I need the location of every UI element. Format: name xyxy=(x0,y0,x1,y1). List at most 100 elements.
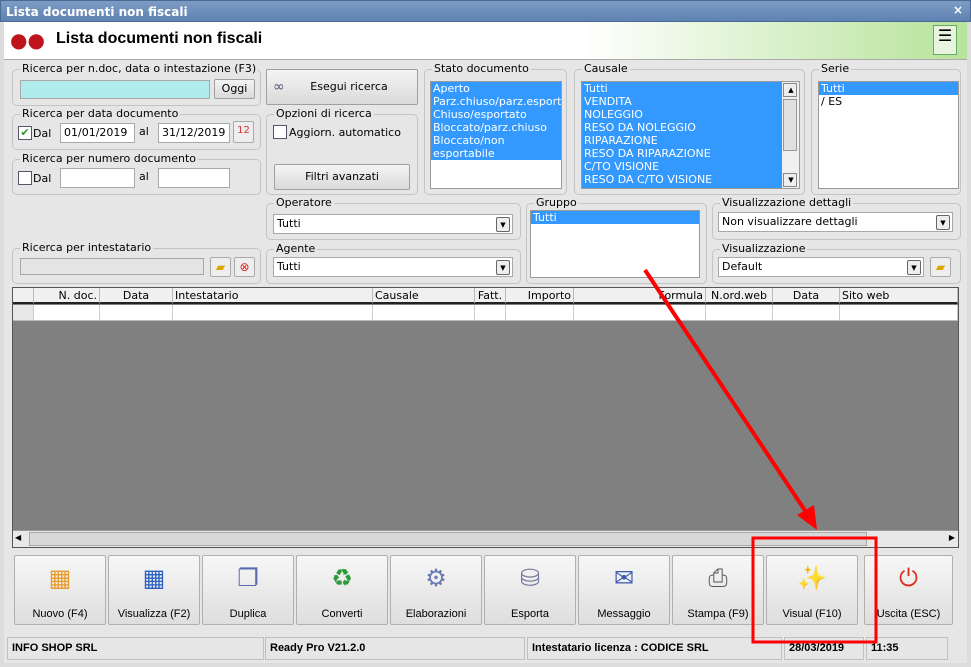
list-item[interactable]: VENDITA xyxy=(582,95,783,108)
group-legend: Stato documento xyxy=(432,62,531,75)
column-header[interactable]: Data xyxy=(100,288,173,304)
list-item[interactable]: Tutti xyxy=(819,82,958,95)
gruppo-list[interactable]: Tutti xyxy=(530,210,700,278)
group-legend: Ricerca per data documento xyxy=(20,107,181,120)
toolbar-button-visualizza[interactable]: ▦ Visualizza (F2) xyxy=(108,555,200,625)
folder-icon[interactable]: ▰ xyxy=(930,257,951,277)
grid-cell[interactable] xyxy=(706,305,773,321)
toolbar-button-elaborazioni[interactable]: ⚙ Elaborazioni xyxy=(390,555,482,625)
search-ndoc-input[interactable] xyxy=(20,80,210,99)
grid-cell[interactable] xyxy=(34,305,100,321)
chevron-down-icon[interactable]: ▼ xyxy=(496,260,510,275)
list-item[interactable]: Tutti xyxy=(582,82,783,95)
column-header[interactable]: Formula xyxy=(574,288,706,304)
toolbar-button-visual[interactable]: ✨ Visual (F10) xyxy=(766,555,858,625)
scroll-left-icon[interactable]: ◀ xyxy=(15,533,21,542)
message-icon: ✉ xyxy=(613,564,635,592)
toolbar-button-label: Messaggio xyxy=(597,608,651,620)
new-grid-icon: ▦ xyxy=(48,564,72,592)
scroll-thumb[interactable] xyxy=(29,532,867,546)
column-header[interactable]: N.ord.web xyxy=(706,288,773,304)
scroll-right-icon[interactable]: ▶ xyxy=(949,533,955,542)
serie-list[interactable]: Tutti / ES xyxy=(818,81,959,189)
list-item[interactable]: NOLEGGIO xyxy=(582,108,783,121)
horizontal-scrollbar[interactable]: ◀ ▶ xyxy=(13,530,958,547)
list-item[interactable]: RIPARAZIONE xyxy=(582,134,783,147)
scroll-up-icon[interactable]: ▲ xyxy=(783,83,797,97)
grid-cell[interactable] xyxy=(373,305,475,321)
toolbar-button-converti[interactable]: ♻ Converti xyxy=(296,555,388,625)
window-title: Lista documenti non fiscali xyxy=(6,5,188,19)
list-item[interactable]: Chiuso/esportato xyxy=(431,108,561,121)
page-header: ●● Lista documenti non fiscali ☰ xyxy=(4,22,967,60)
agente-value: Tutti xyxy=(277,260,301,273)
causale-list[interactable]: Tutti VENDITA NOLEGGIO RESO DA NOLEGGIO RIPA… xyxy=(581,81,800,189)
toolbar-button-esporta[interactable]: ⛁ Esporta xyxy=(484,555,576,625)
list-item[interactable]: RESO DA C/TO VISIONE xyxy=(582,173,783,186)
toolbar-button-uscita[interactable]: ⏻ Uscita (ESC) xyxy=(864,555,953,625)
chevron-down-icon[interactable]: ▼ xyxy=(907,260,921,275)
auto-update-checkbox[interactable] xyxy=(273,125,287,139)
grid-cell[interactable] xyxy=(475,305,506,321)
vis-dettagli-select[interactable]: Non visualizzare dettagli ▼ xyxy=(718,212,953,232)
agente-select[interactable]: Tutti ▼ xyxy=(273,257,513,277)
binoculars-icon: ∞ xyxy=(273,79,285,95)
stato-list[interactable]: ApertoParz.chiuso/parz.esportatoChiuso/e… xyxy=(430,81,562,189)
clear-icon[interactable]: ⊗ xyxy=(234,257,255,277)
toolbar-button-duplica[interactable]: ❐ Duplica xyxy=(202,555,294,625)
calendar-icon[interactable]: 12 xyxy=(233,121,254,143)
causale-scrollbar[interactable]: ▲ ▼ xyxy=(782,82,799,188)
toolbar-button-stampa[interactable]: ⎙ Stampa (F9) xyxy=(672,555,764,625)
scroll-thumb[interactable] xyxy=(783,99,797,151)
chevron-down-icon[interactable]: ▼ xyxy=(936,215,950,230)
column-header[interactable]: Importo xyxy=(506,288,574,304)
list-item[interactable]: Aperto xyxy=(431,82,561,95)
date-filter-checkbox[interactable]: ✔ xyxy=(18,126,32,140)
column-header[interactable]: Data xyxy=(773,288,840,304)
duplicate-icon: ❐ xyxy=(237,564,259,592)
grid-cell[interactable] xyxy=(506,305,574,321)
column-header[interactable]: Fatt. xyxy=(475,288,506,304)
grid-cell[interactable] xyxy=(840,305,958,321)
grid-cell[interactable] xyxy=(100,305,173,321)
column-header[interactable]: Intestatario xyxy=(173,288,373,304)
date-from-input[interactable]: 01/01/2019 xyxy=(60,123,135,143)
date-to-label: al xyxy=(139,125,149,138)
grid-cell[interactable] xyxy=(173,305,373,321)
number-to-input[interactable] xyxy=(158,168,230,188)
folder-icon[interactable]: ▰ xyxy=(210,257,231,277)
grid-cell[interactable] xyxy=(773,305,840,321)
toolbar-button-messaggio[interactable]: ✉ Messaggio xyxy=(578,555,670,625)
list-item[interactable]: Bloccato/parz.chiuso xyxy=(431,121,561,134)
grid-cell[interactable] xyxy=(574,305,706,321)
visualizzazione-select[interactable]: Default ▼ xyxy=(718,257,924,277)
column-header[interactable]: N. doc. xyxy=(34,288,100,304)
today-button[interactable]: Oggi xyxy=(214,79,255,99)
scroll-down-icon[interactable]: ▼ xyxy=(783,173,797,187)
run-search-label: Esegui ricerca xyxy=(310,80,388,93)
list-item[interactable]: Tutti xyxy=(531,211,699,224)
number-to-label: al xyxy=(139,170,149,183)
list-item[interactable]: RESO DA NOLEGGIO xyxy=(582,121,783,134)
advanced-filters-button[interactable]: Filtri avanzati xyxy=(274,164,410,190)
column-header[interactable]: Sito web xyxy=(840,288,958,304)
holder-input[interactable] xyxy=(20,258,204,275)
documents-grid[interactable]: N. doc. Data Intestatario Causale Fatt. Impor… xyxy=(12,287,959,548)
chevron-down-icon[interactable]: ▼ xyxy=(496,217,510,232)
status-time: 11:35 xyxy=(866,637,948,660)
toolbar-button-label: Nuovo (F4) xyxy=(32,608,88,620)
run-search-button[interactable]: ∞ Esegui ricerca xyxy=(266,69,418,105)
number-filter-checkbox[interactable] xyxy=(18,171,32,185)
number-from-input[interactable] xyxy=(60,168,135,188)
operatore-select[interactable]: Tutti ▼ xyxy=(273,214,513,234)
date-to-input[interactable]: 31/12/2019 xyxy=(158,123,230,143)
list-item[interactable]: Parz.chiuso/parz.esportato xyxy=(431,95,561,108)
close-button[interactable]: × xyxy=(953,3,963,17)
list-item[interactable]: C/TO VISIONE xyxy=(582,160,783,173)
list-item[interactable]: Bloccato/non esportabile xyxy=(431,134,561,160)
toolbar-button-nuovo[interactable]: ▦ Nuovo (F4) xyxy=(14,555,106,625)
list-item[interactable]: / ES xyxy=(819,95,958,108)
row-indicator[interactable] xyxy=(13,305,34,321)
column-header[interactable]: Causale xyxy=(373,288,475,304)
list-item[interactable]: RESO DA RIPARAZIONE xyxy=(582,147,783,160)
